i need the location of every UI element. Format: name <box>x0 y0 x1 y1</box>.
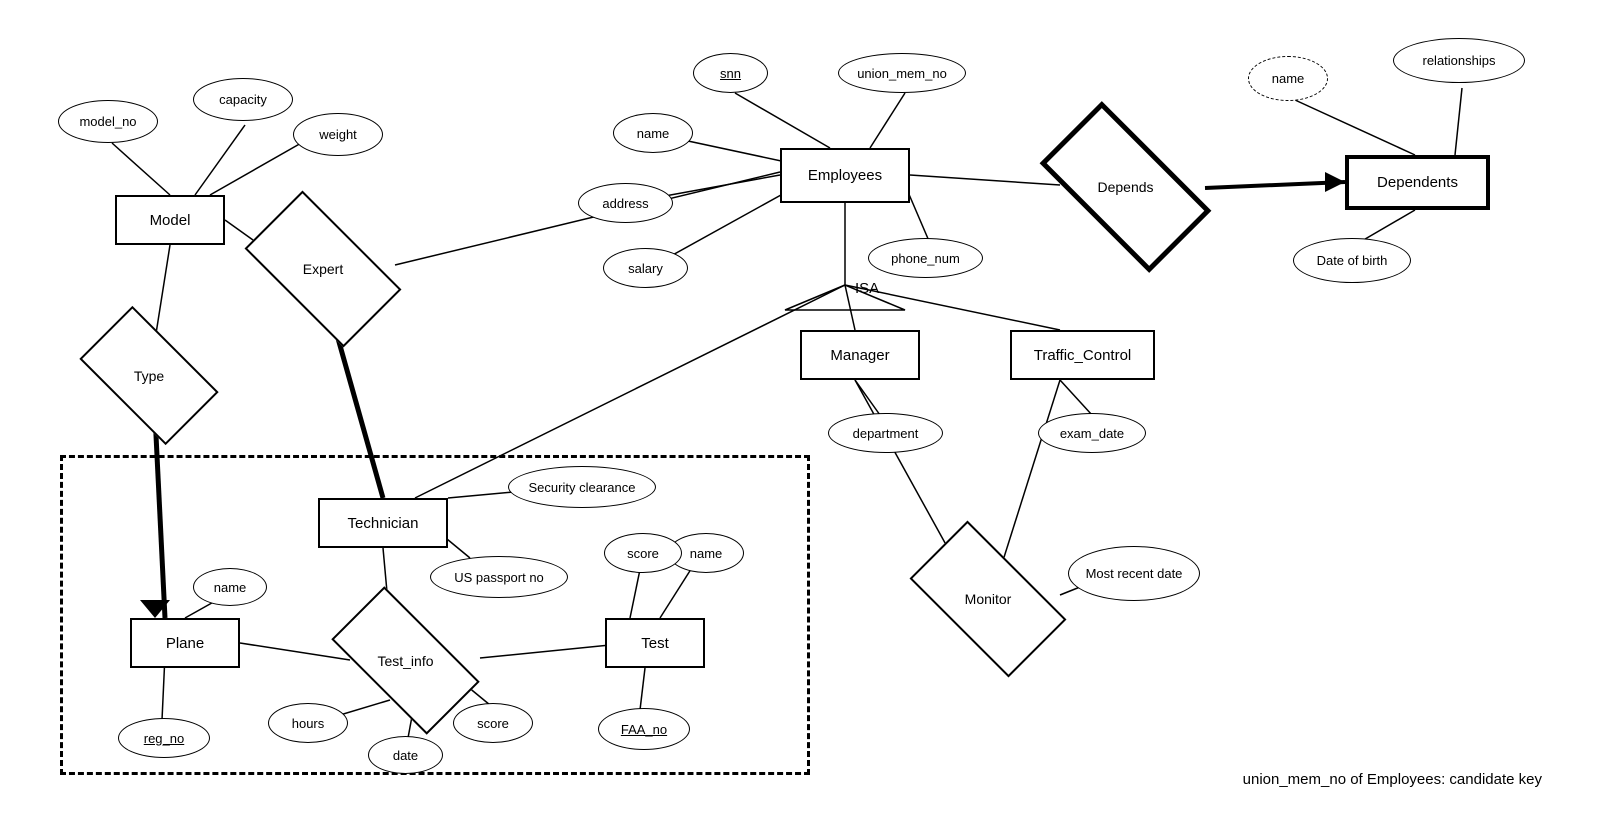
entity-plane: Plane <box>130 618 240 668</box>
diagram-container: ISA Model Employees Manager Traffic_Cont… <box>0 0 1602 828</box>
entity-dependents-label: Dependents <box>1377 174 1458 191</box>
entity-plane-label: Plane <box>166 635 204 652</box>
ellipse-relationships-label: relationships <box>1423 53 1496 68</box>
annotation-text: union_mem_no of Employees: candidate key <box>1243 771 1542 788</box>
ellipse-snn: snn <box>693 53 768 93</box>
entity-test: Test <box>605 618 705 668</box>
diamond-test-info: Test_info <box>338 623 473 698</box>
ellipse-union-mem-no: union_mem_no <box>838 53 966 93</box>
ellipse-union-mem-no-label: union_mem_no <box>857 66 947 81</box>
ellipse-address: address <box>578 183 673 223</box>
diamond-expert-label: Expert <box>303 261 343 277</box>
ellipse-weight-label: weight <box>319 127 357 142</box>
ellipse-score-test-label: score <box>477 716 509 731</box>
ellipse-name-dep-label: name <box>1272 71 1305 86</box>
ellipse-capacity-label: capacity <box>219 92 267 107</box>
ellipse-department-label: department <box>853 426 919 441</box>
ellipse-us-passport-no: US passport no <box>430 556 568 598</box>
ellipse-department: department <box>828 413 943 453</box>
diamond-type: Type <box>88 338 210 413</box>
entity-model: Model <box>115 195 225 245</box>
ellipse-weight: weight <box>293 113 383 156</box>
diamond-depends: Depends <box>1048 143 1203 231</box>
ellipse-faa-no: FAA_no <box>598 708 690 750</box>
ellipse-salary: salary <box>603 248 688 288</box>
ellipse-date-label: date <box>393 748 418 763</box>
ellipse-date-of-birth: Date of birth <box>1293 238 1411 283</box>
isa-label: ISA <box>855 280 879 297</box>
entity-employees-label: Employees <box>808 167 882 184</box>
ellipse-exam-date-label: exam_date <box>1060 426 1124 441</box>
ellipse-date-of-birth-label: Date of birth <box>1317 253 1388 268</box>
diamond-monitor-label: Monitor <box>965 591 1012 607</box>
ellipse-snn-label: snn <box>720 66 741 81</box>
ellipse-model-no-label: model_no <box>79 114 136 129</box>
diamond-monitor: Monitor <box>918 558 1058 640</box>
ellipse-score-tech: score <box>604 533 682 573</box>
ellipse-name-dep: name <box>1248 56 1328 101</box>
ellipse-model-no: model_no <box>58 100 158 143</box>
entity-technician-label: Technician <box>348 515 419 532</box>
ellipse-name-emp-label: name <box>637 126 670 141</box>
ellipse-relationships: relationships <box>1393 38 1525 83</box>
entity-manager-label: Manager <box>830 347 889 364</box>
ellipse-name-plane-label: name <box>214 580 247 595</box>
diamond-expert: Expert <box>253 228 393 310</box>
diamond-depends-label: Depends <box>1097 179 1153 195</box>
entity-traffic-control: Traffic_Control <box>1010 330 1155 380</box>
diamond-type-label: Type <box>134 368 164 384</box>
ellipse-score-test: score <box>453 703 533 743</box>
ellipse-most-recent-date: Most recent date <box>1068 546 1200 601</box>
ellipse-reg-no-label: reg_no <box>144 731 184 746</box>
ellipse-name-emp: name <box>613 113 693 153</box>
ellipse-capacity: capacity <box>193 78 293 121</box>
ellipse-name-plane: name <box>193 568 267 606</box>
entity-manager: Manager <box>800 330 920 380</box>
ellipse-us-passport-label: US passport no <box>454 570 544 585</box>
ellipse-salary-label: salary <box>628 261 663 276</box>
ellipse-most-recent-date-label: Most recent date <box>1081 566 1188 581</box>
ellipse-phone-num: phone_num <box>868 238 983 278</box>
entity-test-label: Test <box>641 635 669 652</box>
entity-dependents: Dependents <box>1345 155 1490 210</box>
ellipse-address-label: address <box>602 196 648 211</box>
ellipse-name-tech-label: name <box>690 546 723 561</box>
ellipse-faa-no-label: FAA_no <box>621 722 667 737</box>
entity-model-label: Model <box>150 212 191 229</box>
ellipse-security-clearance-label: Security clearance <box>529 480 636 495</box>
ellipse-reg-no: reg_no <box>118 718 210 758</box>
ellipse-security-clearance: Security clearance <box>508 466 656 508</box>
diamond-test-info-label: Test_info <box>377 653 433 669</box>
ellipse-hours: hours <box>268 703 348 743</box>
ellipse-score-tech-label: score <box>627 546 659 561</box>
ellipse-date: date <box>368 736 443 774</box>
entity-employees: Employees <box>780 148 910 203</box>
ellipse-hours-label: hours <box>292 716 325 731</box>
ellipse-phone-num-label: phone_num <box>891 251 960 266</box>
entity-technician: Technician <box>318 498 448 548</box>
entity-traffic-label: Traffic_Control <box>1034 347 1132 364</box>
ellipse-exam-date: exam_date <box>1038 413 1146 453</box>
